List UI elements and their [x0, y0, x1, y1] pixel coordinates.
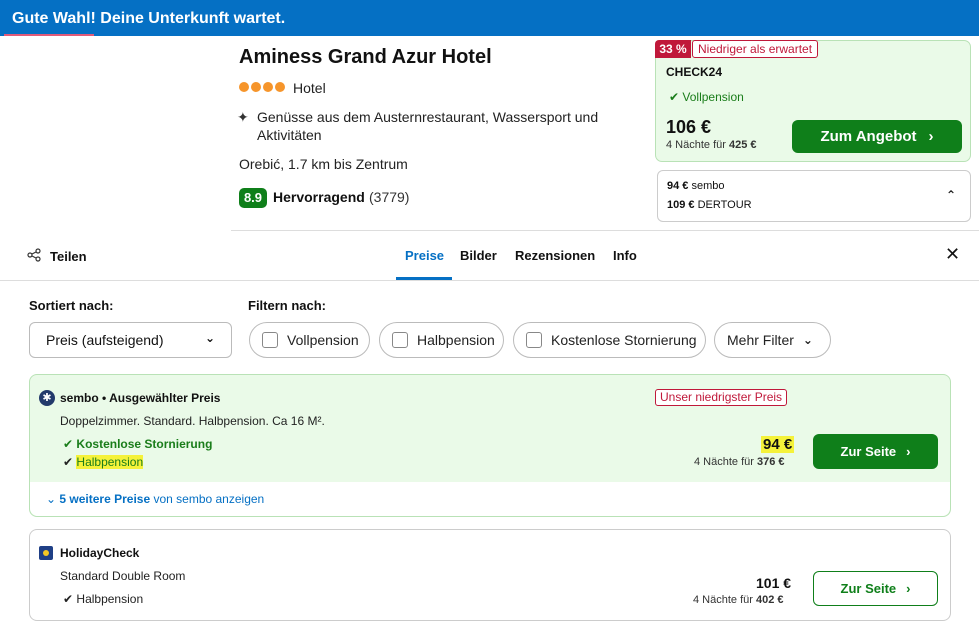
hotel-location: Orebić, 1.7 km bis Zentrum [239, 156, 408, 172]
chevron-down-icon: ⌄ [802, 333, 813, 347]
divider [0, 280, 979, 281]
chevron-up-icon[interactable]: ⌃ [946, 188, 956, 202]
hotel-name[interactable]: Aminess Grand Azur Hotel [239, 46, 492, 69]
lower-than-expected-badge: Niedriger als erwartet [692, 40, 819, 58]
to-site-button-label: Zur Seite [840, 444, 897, 459]
nights-prefix: 4 Nächte für [666, 139, 729, 151]
star-dot [251, 82, 261, 92]
tab-preise[interactable]: Preise [405, 248, 444, 263]
other-offer-price: 109 € [667, 199, 695, 211]
star-dot [263, 82, 273, 92]
check-icon: ✔ [63, 437, 74, 451]
lowest-price-badge: Unser niedrigster Preis [655, 389, 788, 406]
to-site-button-label: Zur Seite [840, 581, 897, 596]
offer-feature: ✔ Kostenlose Stornierung [63, 437, 212, 451]
offer-feature: ✔ Halbpension [63, 592, 143, 606]
holidaycheck-logo-dot [43, 550, 49, 556]
to-offer-button[interactable]: Zum Angebot › [792, 120, 962, 153]
rating-label[interactable]: Hervorragend [273, 189, 365, 205]
tab-rezensionen[interactable]: Rezensionen [515, 248, 595, 263]
other-offer-price: 94 € [667, 180, 689, 192]
offer-feature: ✔ Halbpension [63, 455, 144, 469]
sparkle-icon: ✦ [237, 109, 249, 125]
checkbox[interactable] [262, 332, 278, 348]
filter-chip-kostenlose-stornierung[interactable]: Kostenlose Stornierung [513, 322, 706, 358]
chevron-right-icon: › [906, 581, 911, 596]
to-offer-button-label: Zum Angebot [820, 128, 917, 145]
offer-nights: 4 Nächte für 402 € [693, 594, 784, 606]
checkbox[interactable] [526, 332, 542, 348]
share-icon[interactable] [27, 248, 41, 267]
more-prices-count: 5 weitere Preise [59, 492, 151, 506]
filter-chip-label: Kostenlose Stornierung [551, 332, 697, 348]
more-prices-suffix: von sembo anzeigen [150, 492, 265, 506]
offer-feature-label: Halbpension [76, 455, 144, 469]
discount-badge: 33 % [655, 40, 691, 58]
offer-title: HolidayCheck [60, 546, 140, 560]
chevron-down-icon: ⌄ [46, 492, 57, 506]
top-offer-board-label: Vollpension [682, 90, 744, 104]
hotel-highlight: Genüsse aus dem Austernrestaurant, Wasse… [257, 109, 599, 143]
hotel-type: Hotel [293, 80, 326, 96]
star-dot [239, 82, 249, 92]
nights-total: 376 € [756, 456, 785, 468]
rating-count[interactable]: (3779) [369, 189, 409, 205]
top-offer-nights: 4 Nächte für 425 € [666, 139, 757, 151]
filter-chip-vollpension[interactable]: Vollpension [249, 322, 370, 358]
offer-feature-label: Kostenlose Stornierung [76, 437, 213, 451]
offer-description: Standard Double Room [60, 569, 186, 583]
offer-description: Doppelzimmer. Standard. Halbpension. Ca … [60, 414, 325, 428]
nights-total: 402 € [755, 594, 784, 606]
more-filters-label: Mehr Filter [727, 332, 794, 348]
to-site-button[interactable]: Zur Seite › [813, 434, 938, 469]
offer-price-value: 94 € [761, 436, 795, 453]
check-icon: ✔ [669, 90, 680, 104]
star-rating [239, 82, 285, 92]
filter-label: Filtern nach: [248, 298, 327, 313]
to-site-button[interactable]: Zur Seite › [813, 571, 938, 606]
more-prices-link[interactable]: ⌄ 5 weitere Preise von sembo anzeigen [46, 492, 264, 506]
filter-chip-label: Halbpension [417, 332, 495, 348]
nights-prefix: 4 Nächte für [694, 456, 757, 468]
banner-text: Gute Wahl! Deine Unterkunft wartet. [12, 10, 286, 27]
chevron-right-icon: › [906, 444, 911, 459]
offer-title: sembo • Ausgewählter Preis [60, 391, 221, 405]
filter-chip-halbpension[interactable]: Halbpension [379, 322, 504, 358]
star-dot [275, 82, 285, 92]
close-icon[interactable]: ✕ [945, 244, 960, 265]
offer-feature-label: Halbpension [76, 592, 144, 606]
sort-label: Sortiert nach: [29, 298, 114, 313]
offer-nights: 4 Nächte für 376 € [694, 456, 785, 468]
offer-price: 101 € [756, 575, 792, 591]
other-offer-provider: sembo [691, 180, 725, 192]
more-filters-button[interactable]: Mehr Filter ⌄ [714, 322, 831, 358]
top-offer-board: ✔ Vollpension [669, 90, 744, 104]
sembo-logo-icon: ✱ [39, 390, 55, 406]
top-offer-provider: CHECK24 [666, 65, 723, 79]
nights-total: 425 € [728, 139, 757, 151]
other-offer-row: 109 € DERTOUR [667, 199, 752, 211]
filter-chip-label: Vollpension [287, 332, 359, 348]
tab-info[interactable]: Info [613, 248, 637, 263]
check-icon: ✔ [63, 592, 74, 606]
banner-accent [4, 34, 94, 36]
offer-price: 94 € [761, 436, 795, 453]
other-offer-provider: DERTOUR [697, 199, 752, 211]
divider [231, 230, 979, 231]
nights-prefix: 4 Nächte für [693, 594, 756, 606]
chevron-down-icon: ⌄ [205, 331, 216, 345]
chevron-right-icon: › [928, 128, 934, 145]
other-offers-box[interactable] [657, 170, 971, 222]
checkbox[interactable] [392, 332, 408, 348]
top-offer-price: 106 € [666, 117, 712, 137]
other-offer-row: 94 € sembo [667, 180, 725, 192]
sort-select[interactable]: Preis (aufsteigend) [29, 322, 232, 358]
rating-score[interactable]: 8.9 [239, 188, 267, 208]
share-button[interactable]: Teilen [50, 249, 87, 264]
tab-bilder[interactable]: Bilder [460, 248, 497, 263]
check-icon: ✔ [63, 455, 74, 469]
